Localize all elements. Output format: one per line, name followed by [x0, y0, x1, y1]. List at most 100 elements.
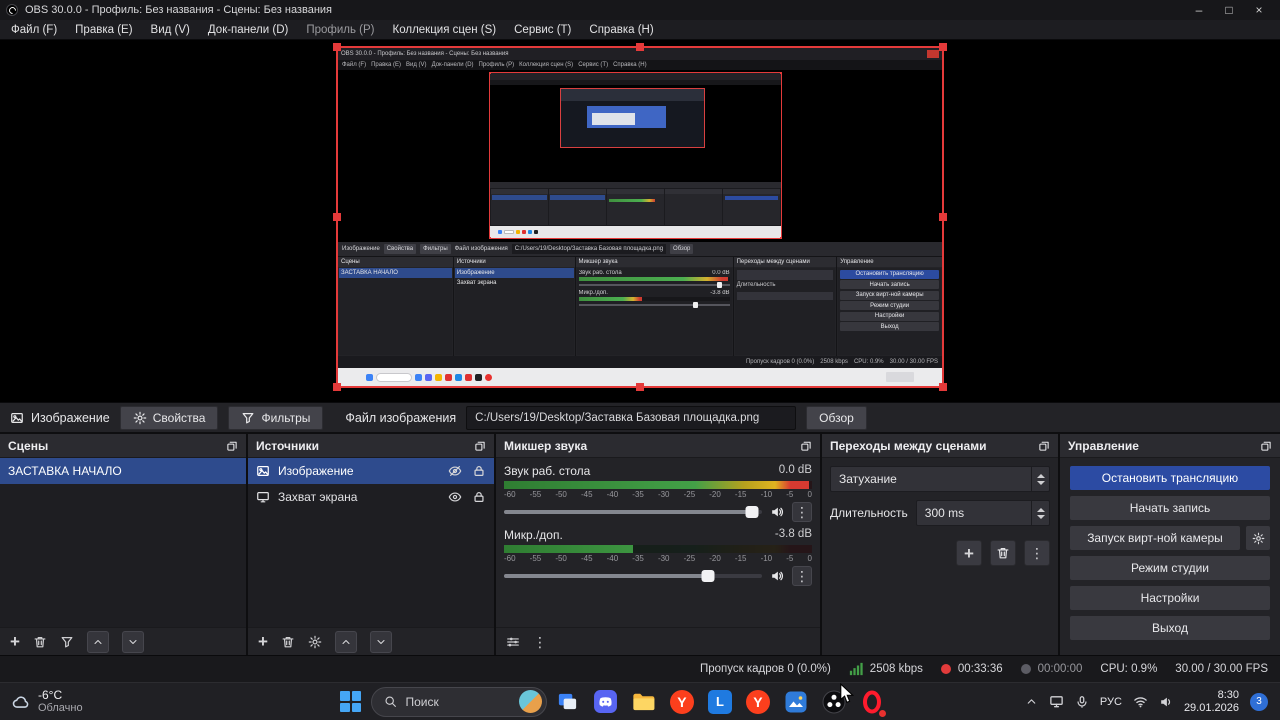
- tick-label: -20: [709, 554, 721, 563]
- tick-label: -55: [529, 554, 542, 563]
- channel-menu-button[interactable]: ⋮: [792, 502, 812, 522]
- language-indicator[interactable]: РУС: [1100, 696, 1122, 708]
- transition-select-arrows[interactable]: [1031, 467, 1049, 491]
- close-button[interactable]: ×: [1244, 3, 1274, 17]
- start-recording-button[interactable]: Начать запись: [1070, 496, 1270, 520]
- add-source-button[interactable]: +: [258, 633, 268, 650]
- volume-meter: [504, 481, 812, 489]
- status-bar: Пропуск кадров 0 (0.0%) 2508 kbps 00:33:…: [0, 655, 1280, 682]
- tick-label: -50: [555, 554, 567, 563]
- move-scene-up-button[interactable]: [86, 630, 109, 653]
- move-source-up-button[interactable]: [334, 630, 357, 653]
- add-scene-button[interactable]: +: [10, 633, 20, 650]
- task-view-icon[interactable]: [550, 684, 585, 719]
- photos-icon[interactable]: [778, 684, 813, 719]
- speaker-icon[interactable]: [770, 505, 784, 519]
- speaker-icon[interactable]: [770, 569, 784, 583]
- remove-source-button[interactable]: [281, 635, 295, 649]
- file-explorer-icon[interactable]: [626, 684, 661, 719]
- browse-button[interactable]: Обзор: [806, 405, 867, 430]
- advanced-audio-button[interactable]: [506, 635, 520, 649]
- notification-count-badge[interactable]: 3: [1250, 692, 1268, 711]
- popout-icon[interactable]: [1260, 440, 1272, 452]
- transition-select[interactable]: Затухание: [830, 466, 1050, 492]
- menu-view[interactable]: Вид (V): [142, 22, 199, 38]
- preview-area[interactable]: OBS 30.0.0 - Профиль: Без названия - Сце…: [0, 40, 1280, 402]
- remove-transition-button[interactable]: [990, 540, 1016, 566]
- add-transition-button[interactable]: +: [956, 540, 982, 566]
- selection-handle[interactable]: [939, 383, 947, 391]
- menu-profile[interactable]: Профиль (P): [297, 22, 383, 38]
- sources-list[interactable]: Изображение Захват экрана: [248, 458, 494, 627]
- settings-button[interactable]: Настройки: [1070, 586, 1270, 610]
- scene-filters-button[interactable]: [60, 635, 74, 649]
- transition-menu-button[interactable]: ⋮: [1024, 540, 1050, 566]
- lock-icon[interactable]: [472, 464, 486, 478]
- bitrate: 2508 kbps: [849, 662, 923, 676]
- weather-widget[interactable]: -6°C Облачно: [0, 688, 210, 715]
- scenes-list[interactable]: ЗАСТАВКА НАЧАЛО: [0, 458, 246, 627]
- menu-file[interactable]: Файл (F): [2, 22, 66, 38]
- exit-button[interactable]: Выход: [1070, 616, 1270, 640]
- move-scene-down-button[interactable]: [121, 630, 144, 653]
- visibility-hidden-icon[interactable]: [448, 464, 462, 478]
- mic-icon[interactable]: [1075, 695, 1089, 709]
- menu-edit[interactable]: Правка (E): [66, 22, 141, 38]
- selection-handle[interactable]: [333, 43, 341, 51]
- discord-icon[interactable]: [588, 684, 623, 719]
- popout-icon[interactable]: [800, 440, 812, 452]
- maximize-button[interactable]: □: [1214, 3, 1244, 17]
- selection-handle[interactable]: [333, 383, 341, 391]
- channel-menu-button[interactable]: ⋮: [792, 566, 812, 586]
- volume-slider[interactable]: [504, 570, 762, 582]
- selection-handle[interactable]: [939, 213, 947, 221]
- selection-handle[interactable]: [636, 43, 644, 51]
- display-tray-icon[interactable]: [1049, 694, 1064, 709]
- image-file-path-input[interactable]: [466, 405, 797, 430]
- remove-scene-button[interactable]: [33, 635, 47, 649]
- studio-mode-button[interactable]: Режим студии: [1070, 556, 1270, 580]
- virtual-camera-button[interactable]: Запуск вирт-ной камеры: [1070, 526, 1240, 550]
- taskbar-clock[interactable]: 8:30 29.01.2026: [1184, 689, 1239, 715]
- menu-docks[interactable]: Док-панели (D): [199, 22, 297, 38]
- wifi-icon[interactable]: [1133, 694, 1148, 709]
- lock-icon[interactable]: [472, 490, 486, 504]
- source-item-image[interactable]: Изображение: [248, 458, 494, 484]
- yandex-app-icon[interactable]: Y: [740, 684, 775, 719]
- popout-icon[interactable]: [474, 440, 486, 452]
- duration-spinbox[interactable]: 300 ms: [915, 500, 1050, 526]
- mixer-menu-button[interactable]: ⋮: [533, 635, 547, 649]
- minimize-button[interactable]: –: [1184, 3, 1214, 17]
- l-app-icon[interactable]: L: [702, 684, 737, 719]
- preview-canvas[interactable]: OBS 30.0.0 - Профиль: Без названия - Сце…: [333, 43, 947, 391]
- volume-slider[interactable]: [504, 506, 762, 518]
- mini-menubar: Файл (F) Правка (E) Вид (V) Док-панели (D) П…: [338, 60, 942, 70]
- scenes-panel: Сцены ЗАСТАВКА НАЧАЛО +: [0, 434, 246, 655]
- move-source-down-button[interactable]: [369, 630, 392, 653]
- popout-icon[interactable]: [226, 440, 238, 452]
- source-properties-button[interactable]: [308, 635, 322, 649]
- search-box[interactable]: Поиск: [371, 686, 548, 717]
- mini-docks: Сцены ЗАСТАВКА НАЧАЛО Источники Изображени…: [338, 256, 942, 356]
- tray-chevron-up-icon[interactable]: [1025, 695, 1038, 708]
- start-button[interactable]: [333, 684, 368, 719]
- yandex-browser-icon[interactable]: Y: [664, 684, 699, 719]
- virtual-camera-config-button[interactable]: [1246, 526, 1270, 550]
- volume-icon[interactable]: [1159, 695, 1173, 709]
- filters-button[interactable]: Фильтры: [228, 405, 324, 430]
- properties-button[interactable]: Свойства: [119, 405, 219, 430]
- popout-icon[interactable]: [1038, 440, 1050, 452]
- selection-handle[interactable]: [333, 213, 341, 221]
- selection-handle[interactable]: [636, 383, 644, 391]
- menu-scene-collection[interactable]: Коллекция сцен (S): [384, 22, 506, 38]
- selection-handle[interactable]: [939, 43, 947, 51]
- source-item-display-capture[interactable]: Захват экрана: [248, 484, 494, 510]
- stop-streaming-button[interactable]: Остановить трансляцию: [1070, 466, 1270, 490]
- duration-spin-arrows[interactable]: [1031, 501, 1049, 525]
- scene-item[interactable]: ЗАСТАВКА НАЧАЛО: [0, 458, 246, 484]
- tick-label: -5: [786, 554, 794, 563]
- menu-help[interactable]: Справка (H): [580, 22, 662, 38]
- opera-icon[interactable]: [854, 684, 889, 719]
- menu-tools[interactable]: Сервис (T): [505, 22, 580, 38]
- visibility-icon[interactable]: [448, 490, 462, 504]
